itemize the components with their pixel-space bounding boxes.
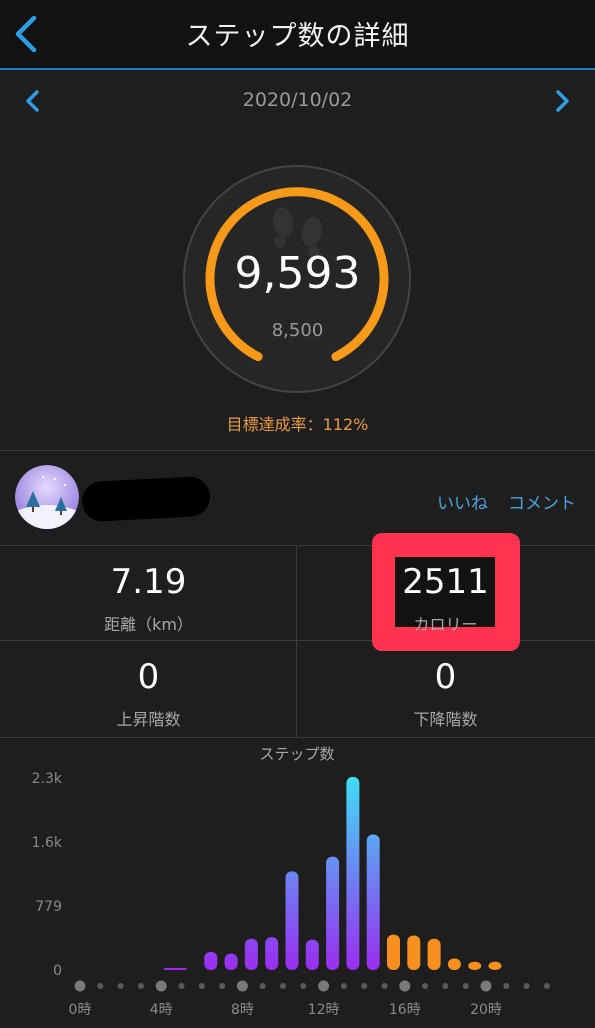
floors-up-stat: 0 上昇階数 xyxy=(0,641,297,736)
y-tick-label: 2.3k xyxy=(32,771,63,787)
calories-stat: 2511 カロリー xyxy=(297,546,594,641)
x-axis-dot xyxy=(543,983,550,989)
social-row: いいね コメント xyxy=(0,451,595,545)
x-axis-dot xyxy=(219,983,226,989)
avatar[interactable] xyxy=(15,465,79,529)
x-axis-dot xyxy=(198,983,205,989)
x-axis-dot xyxy=(74,980,86,992)
step-bar xyxy=(366,834,380,970)
distance-stat: 7.19 距離（km） xyxy=(0,546,297,641)
x-axis-dot xyxy=(422,983,429,989)
x-axis-dot xyxy=(361,983,368,989)
step-bar xyxy=(265,937,279,970)
x-axis-dot xyxy=(381,983,388,989)
step-bar xyxy=(204,951,218,970)
x-axis-dot xyxy=(178,983,185,989)
top-bar: ステップ数の詳細 xyxy=(0,0,595,70)
x-axis-dot xyxy=(318,980,330,992)
step-bar xyxy=(447,958,461,970)
y-tick-label: 779 xyxy=(35,899,62,915)
x-axis-dot xyxy=(442,983,449,989)
page-title: ステップ数の詳細 xyxy=(185,21,410,52)
floors-up-value: 0 xyxy=(137,657,160,697)
floors-down-value: 0 xyxy=(434,657,457,697)
step-bar xyxy=(244,938,258,970)
step-bar xyxy=(173,968,187,970)
x-axis-dot xyxy=(117,983,124,989)
like-button[interactable]: いいね xyxy=(437,489,488,514)
x-axis-dot xyxy=(97,983,104,989)
distance-label: 距離（km） xyxy=(104,615,193,634)
step-count: 9,593 xyxy=(234,248,361,299)
x-axis-dot xyxy=(503,983,510,989)
x-tick-label: 12時 xyxy=(308,1002,340,1018)
step-bar xyxy=(488,961,502,970)
x-axis-dot xyxy=(300,983,307,989)
calories-label: カロリー xyxy=(413,615,478,634)
floors-down-stat: 0 下降階数 xyxy=(297,641,594,736)
step-bar xyxy=(285,871,299,970)
x-axis-dot xyxy=(462,983,469,989)
redacted-username xyxy=(81,475,211,523)
y-tick-label: 1.6k xyxy=(32,835,63,851)
date-navigation: 2020/10/02 xyxy=(0,70,595,132)
steps-chart: ステップ数 2.3k 1.6k 779 0 0時 4時 8時 12時 16時 20時 xyxy=(0,738,595,1024)
step-bar xyxy=(346,776,360,970)
x-axis-dot xyxy=(480,980,492,992)
x-axis-dot xyxy=(280,983,286,989)
x-tick-label: 4時 xyxy=(150,1002,173,1018)
goal-achievement-rate: 目標達成率：112% xyxy=(226,415,369,434)
x-tick-label: 0時 xyxy=(69,1002,92,1018)
comment-button[interactable]: コメント xyxy=(508,489,576,514)
x-tick-label: 16時 xyxy=(389,1002,421,1018)
chevron-right-icon xyxy=(556,90,569,112)
x-axis-dot xyxy=(523,983,530,989)
step-bar xyxy=(427,938,441,970)
x-axis-dot xyxy=(155,980,167,992)
y-tick-label: 0 xyxy=(53,963,62,979)
step-bar xyxy=(387,934,400,970)
step-bar xyxy=(407,935,421,970)
step-bar xyxy=(224,953,238,970)
x-axis-dot xyxy=(340,983,347,989)
x-tick-label: 20時 xyxy=(470,1002,502,1018)
distance-value: 7.19 xyxy=(110,562,187,602)
next-day-button[interactable] xyxy=(549,86,575,116)
x-axis-dot xyxy=(399,980,411,992)
calories-value: 2511 xyxy=(402,562,489,602)
x-tick-label: 8時 xyxy=(231,1002,254,1018)
floors-down-label: 下降階数 xyxy=(413,710,478,729)
x-axis-dot xyxy=(236,980,248,992)
x-axis-dot xyxy=(137,983,144,989)
x-axis-dot xyxy=(259,983,266,989)
floors-up-label: 上昇階数 xyxy=(116,710,181,729)
current-date: 2020/10/02 xyxy=(242,89,353,111)
chart-title: ステップ数 xyxy=(259,745,334,763)
step-bar xyxy=(468,961,482,970)
step-bar xyxy=(305,939,319,970)
step-bar xyxy=(326,856,340,970)
step-goal: 8,500 xyxy=(271,320,324,341)
